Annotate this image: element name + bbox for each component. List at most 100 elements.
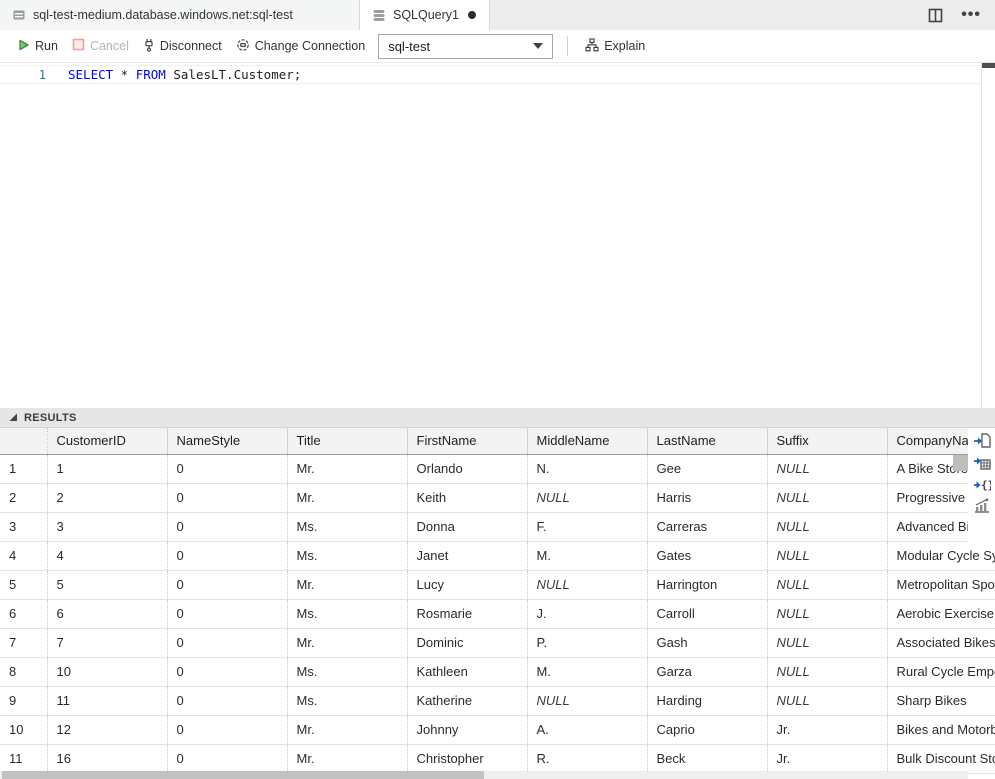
table-cell[interactable]: Bulk Discount Store xyxy=(887,744,995,773)
table-cell[interactable]: Carroll xyxy=(647,599,767,628)
editor-scrollbar-track[interactable] xyxy=(981,63,982,408)
table-cell[interactable]: M. xyxy=(527,541,647,570)
table-cell[interactable]: Harrington xyxy=(647,570,767,599)
change-connection-button[interactable]: Change Connection xyxy=(229,34,373,59)
table-cell[interactable]: 0 xyxy=(167,628,287,657)
explain-button[interactable]: Explain xyxy=(578,34,652,59)
table-cell[interactable]: 0 xyxy=(167,541,287,570)
row-number-cell[interactable]: 9 xyxy=(0,686,47,715)
table-cell[interactable]: 0 xyxy=(167,454,287,483)
table-cell[interactable]: 10 xyxy=(47,657,167,686)
table-cell[interactable]: Caprio xyxy=(647,715,767,744)
table-cell[interactable]: Associated Bikes xyxy=(887,628,995,657)
table-cell[interactable]: Kathleen xyxy=(407,657,527,686)
table-cell[interactable]: Mr. xyxy=(287,483,407,512)
table-cell[interactable]: 0 xyxy=(167,657,287,686)
save-as-json-icon[interactable]: {} xyxy=(972,475,992,494)
table-cell[interactable]: Ms. xyxy=(287,512,407,541)
table-cell[interactable]: Rosmarie xyxy=(407,599,527,628)
table-cell[interactable]: 11 xyxy=(47,686,167,715)
table-cell[interactable]: Aerobic Exercise Company xyxy=(887,599,995,628)
results-horizontal-scrollbar-thumb[interactable] xyxy=(2,771,484,779)
table-cell[interactable]: NULL xyxy=(767,541,887,570)
grid-corner-cell[interactable] xyxy=(0,428,47,454)
table-cell[interactable]: NULL xyxy=(767,657,887,686)
table-cell[interactable]: Johnny xyxy=(407,715,527,744)
table-cell[interactable]: NULL xyxy=(767,628,887,657)
column-header-customerid[interactable]: CustomerID xyxy=(47,428,167,454)
column-header-suffix[interactable]: Suffix xyxy=(767,428,887,454)
sql-editor[interactable]: 1 SELECT * FROM SalesLT.Customer; xyxy=(0,63,995,408)
save-as-csv-icon[interactable] xyxy=(972,431,992,450)
table-cell[interactable]: Mr. xyxy=(287,715,407,744)
table-cell[interactable]: NULL xyxy=(527,570,647,599)
table-cell[interactable]: R. xyxy=(527,744,647,773)
table-cell[interactable]: Beck xyxy=(647,744,767,773)
table-cell[interactable]: Donna xyxy=(407,512,527,541)
results-vertical-scrollbar[interactable] xyxy=(953,455,968,471)
table-cell[interactable]: NULL xyxy=(527,483,647,512)
table-cell[interactable]: Katherine xyxy=(407,686,527,715)
table-cell[interactable]: Bikes and Motorbikes xyxy=(887,715,995,744)
table-cell[interactable]: Metropolitan Sports Supply xyxy=(887,570,995,599)
table-cell[interactable]: M. xyxy=(527,657,647,686)
table-cell[interactable]: NULL xyxy=(527,686,647,715)
table-cell[interactable]: Jr. xyxy=(767,715,887,744)
column-header-firstname[interactable]: FirstName xyxy=(407,428,527,454)
table-cell[interactable]: Mr. xyxy=(287,628,407,657)
row-number-cell[interactable]: 11 xyxy=(0,744,47,773)
table-cell[interactable]: Christopher xyxy=(407,744,527,773)
table-cell[interactable]: P. xyxy=(527,628,647,657)
more-actions-icon[interactable]: ••• xyxy=(961,10,981,20)
table-cell[interactable]: Lucy xyxy=(407,570,527,599)
column-header-lastname[interactable]: LastName xyxy=(647,428,767,454)
table-cell[interactable]: Garza xyxy=(647,657,767,686)
results-panel-header[interactable]: RESULTS xyxy=(0,408,995,428)
table-cell[interactable]: Ms. xyxy=(287,599,407,628)
table-cell[interactable]: Dominic xyxy=(407,628,527,657)
table-cell[interactable]: Janet xyxy=(407,541,527,570)
table-cell[interactable]: Sharp Bikes xyxy=(887,686,995,715)
cancel-button[interactable]: Cancel xyxy=(65,34,136,58)
row-number-cell[interactable]: 5 xyxy=(0,570,47,599)
column-header-middlename[interactable]: MiddleName xyxy=(527,428,647,454)
table-cell[interactable]: Ms. xyxy=(287,686,407,715)
column-header-title[interactable]: Title xyxy=(287,428,407,454)
table-cell[interactable]: 0 xyxy=(167,570,287,599)
table-cell[interactable]: Gash xyxy=(647,628,767,657)
table-cell[interactable]: 0 xyxy=(167,686,287,715)
table-cell[interactable]: 2 xyxy=(47,483,167,512)
table-cell[interactable]: 0 xyxy=(167,599,287,628)
table-cell[interactable]: A. xyxy=(527,715,647,744)
table-cell[interactable]: NULL xyxy=(767,454,887,483)
table-cell[interactable]: N. xyxy=(527,454,647,483)
disconnect-button[interactable]: Disconnect xyxy=(136,34,229,59)
split-editor-icon[interactable] xyxy=(928,8,943,23)
row-number-cell[interactable]: 4 xyxy=(0,541,47,570)
table-cell[interactable]: Harris xyxy=(647,483,767,512)
table-cell[interactable]: Jr. xyxy=(767,744,887,773)
row-number-cell[interactable]: 1 xyxy=(0,454,47,483)
run-button[interactable]: Run xyxy=(10,34,65,59)
table-cell[interactable]: NULL xyxy=(767,599,887,628)
row-number-cell[interactable]: 6 xyxy=(0,599,47,628)
table-cell[interactable]: 4 xyxy=(47,541,167,570)
table-cell[interactable]: Mr. xyxy=(287,744,407,773)
row-number-cell[interactable]: 8 xyxy=(0,657,47,686)
table-cell[interactable]: 0 xyxy=(167,512,287,541)
table-cell[interactable]: J. xyxy=(527,599,647,628)
table-cell[interactable]: 1 xyxy=(47,454,167,483)
table-cell[interactable]: Ms. xyxy=(287,541,407,570)
row-number-cell[interactable]: 2 xyxy=(0,483,47,512)
row-number-cell[interactable]: 3 xyxy=(0,512,47,541)
table-cell[interactable]: Gates xyxy=(647,541,767,570)
row-number-cell[interactable]: 7 xyxy=(0,628,47,657)
view-as-chart-icon[interactable] xyxy=(972,497,992,516)
save-as-excel-icon[interactable] xyxy=(972,453,992,472)
table-cell[interactable]: Rural Cycle Emporium xyxy=(887,657,995,686)
table-cell[interactable]: 12 xyxy=(47,715,167,744)
table-cell[interactable]: 0 xyxy=(167,483,287,512)
results-horizontal-scrollbar-track[interactable] xyxy=(0,771,968,779)
table-cell[interactable]: Orlando xyxy=(407,454,527,483)
table-cell[interactable]: 6 xyxy=(47,599,167,628)
